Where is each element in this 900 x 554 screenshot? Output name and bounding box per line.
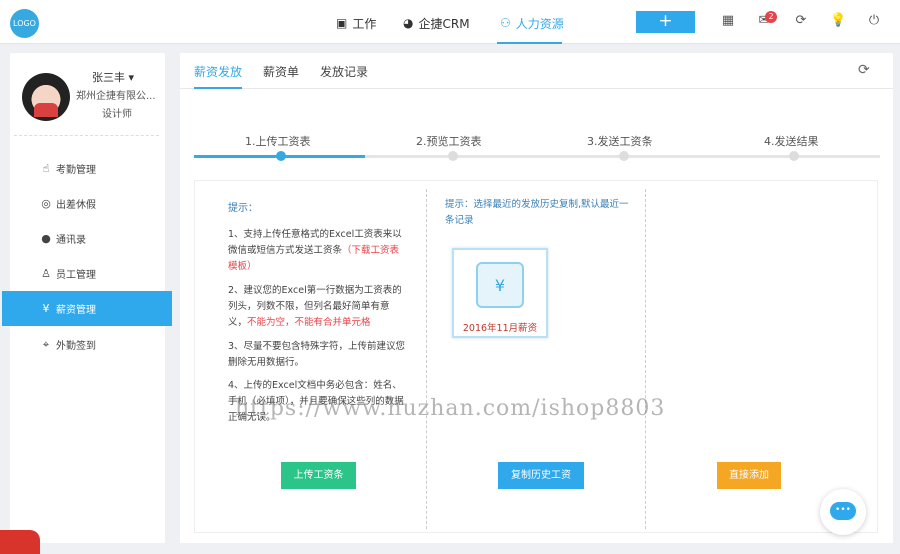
avatar[interactable] — [22, 73, 70, 121]
sidebar-item-checkin[interactable]: ⌖ 外勤签到 — [10, 327, 172, 362]
nav-active-indicator — [497, 42, 562, 44]
tab-payslip[interactable]: 薪资单 — [263, 63, 299, 80]
sidebar: 张三丰 ▾ 郑州企捷有限公... 设计师 ☝ 考勤管理 ◎ 出差休假 ● 通讯录… — [2, 53, 172, 543]
logo[interactable]: LOGO — [10, 9, 39, 38]
power-icon[interactable]: ⏻ — [866, 13, 882, 29]
tips-title: 提示： — [228, 203, 258, 214]
nav-hr-label: 人力资源 — [515, 16, 564, 31]
column-divider — [645, 189, 646, 529]
sidebar-item-label: 薪资管理 — [56, 305, 96, 316]
tab-bar: 薪资发放 薪资单 发放记录 ⟳ — [180, 53, 893, 89]
sidebar-item-label: 考勤管理 — [56, 165, 96, 176]
sidebar-item-contacts[interactable]: ● 通讯录 — [10, 221, 172, 256]
sidebar-item-salary[interactable]: ¥ 薪资管理 — [2, 291, 172, 326]
nav-work[interactable]: ▣ 工作 — [336, 14, 376, 32]
tip-1: 1、支持上传任意格式的Excel工资表来以微信或短信方式发送工资条（下载工资表模… — [228, 227, 406, 275]
column-divider — [426, 189, 427, 529]
nav-hr[interactable]: ⚇ 人力资源 — [500, 14, 564, 32]
nav-work-label: 工作 — [352, 16, 377, 31]
copy-history-button[interactable]: 复制历史工资 — [498, 462, 584, 489]
sidebar-item-label: 外勤签到 — [56, 341, 96, 352]
chat-button[interactable]: ••• — [820, 489, 866, 535]
history-card-label: 2016年11月薪资 — [462, 323, 538, 334]
sidebar-divider — [14, 135, 159, 136]
user-name-dropdown[interactable]: 张三丰 ▾ — [92, 69, 134, 85]
tip-2: 2、建议您的Excel第一行数据为工资表的列头，列数不限，但列名最好简单有意义，… — [228, 283, 406, 331]
yen-scroll-icon: ¥ — [476, 262, 524, 308]
step-dot-3 — [619, 151, 629, 161]
upload-panel: 提示： 1、支持上传任意格式的Excel工资表来以微信或短信方式发送工资条（下载… — [194, 180, 878, 533]
sidebar-item-staff[interactable]: ♙ 员工管理 — [10, 256, 172, 291]
sidebar-item-label: 通讯录 — [56, 235, 86, 246]
corner-badge — [0, 530, 40, 554]
sidebar-item-label: 出差休假 — [56, 200, 96, 211]
step-dot-1 — [276, 151, 286, 161]
sidebar-item-attendance[interactable]: ☝ 考勤管理 — [10, 151, 172, 186]
lightbulb-icon[interactable]: 💡 — [830, 13, 846, 29]
top-bar: LOGO ▣ 工作 ◕ 企捷CRM ⚇ 人力资源 + ▦ ✉ 2 ⟳ 💡 ⏻ — [0, 0, 900, 44]
location-icon: ◎ — [41, 197, 51, 210]
step-preview: 2.预览工资表 — [416, 135, 482, 148]
briefcase-icon: ▣ — [336, 16, 348, 30]
chat-icon: ••• — [830, 502, 856, 520]
refresh-icon[interactable]: ⟳ — [793, 13, 809, 29]
nav-crm[interactable]: ◕ 企捷CRM — [403, 14, 470, 32]
step-upload: 1.上传工资表 — [245, 135, 311, 148]
people-icon: ⚇ — [500, 16, 511, 30]
tab-salary-payout[interactable]: 薪资发放 — [194, 63, 242, 80]
pie-chart-icon: ◕ — [403, 16, 414, 30]
hand-icon: ☝ — [42, 162, 50, 175]
notification-badge: 2 — [765, 11, 777, 23]
history-salary-card[interactable]: ¥ 2016年11月薪资 — [452, 248, 548, 338]
step-dot-4 — [789, 151, 799, 161]
tab-active-indicator — [194, 87, 242, 89]
history-tip: 提示：选择最近的发放历史复制,默认最近一条记录 — [445, 199, 629, 226]
step-send: 3.发送工资条 — [587, 135, 653, 148]
tip-3: 3、尽量不要包含特殊字符，上传前建议您删除无用数据行。 — [228, 341, 406, 368]
step-result: 4.发送结果 — [764, 135, 819, 148]
yen-icon: ¥ — [42, 302, 50, 315]
nav-crm-label: 企捷CRM — [418, 16, 470, 31]
contact-icon: ● — [41, 232, 51, 245]
main-content: 薪资发放 薪资单 发放记录 ⟳ 1.上传工资表 2.预览工资表 3.发送工资条 … — [180, 53, 893, 543]
add-button[interactable]: + — [636, 11, 695, 33]
refresh-icon[interactable]: ⟳ — [858, 62, 870, 78]
pin-icon: ⌖ — [42, 337, 50, 351]
sidebar-item-travel[interactable]: ◎ 出差休假 — [10, 186, 172, 221]
user-position: 设计师 — [102, 109, 132, 120]
tab-payout-records[interactable]: 发放记录 — [320, 63, 368, 80]
watermark: https://www.huzhan.com/ishop8803 — [235, 396, 666, 421]
tip-2-warning: 不能为空，不能有合并单元格 — [247, 317, 371, 328]
company-name: 郑州企捷有限公... — [76, 91, 156, 102]
add-directly-button[interactable]: 直接添加 — [717, 462, 781, 489]
upload-payslip-button[interactable]: 上传工资条 — [281, 462, 356, 489]
staff-icon: ♙ — [41, 267, 51, 280]
sidebar-item-label: 员工管理 — [56, 270, 96, 281]
qrcode-icon[interactable]: ▦ — [720, 13, 736, 29]
step-dot-2 — [448, 151, 458, 161]
